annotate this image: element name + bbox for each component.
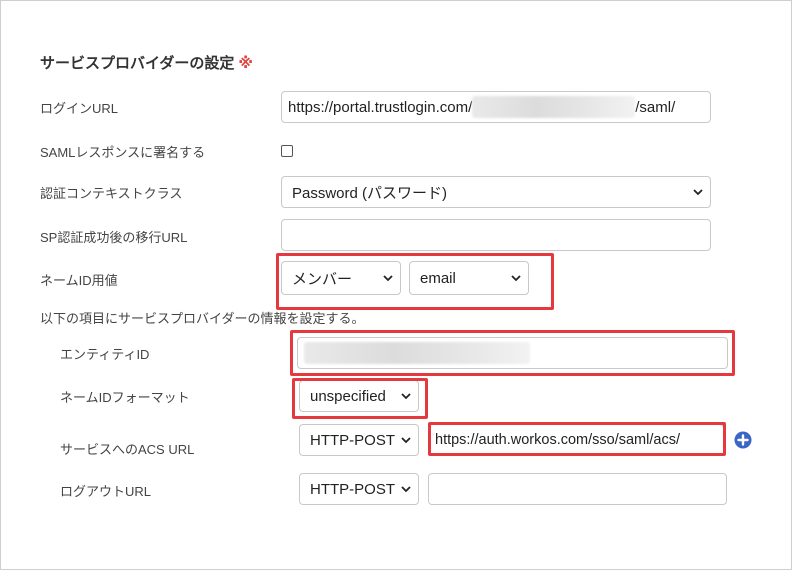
chevron-down-icon <box>382 272 394 284</box>
required-mark: ※ <box>238 55 253 72</box>
section-title-text: サービスプロバイダーの設定 <box>40 55 235 72</box>
name-id-source-value: メンバー <box>292 270 353 288</box>
name-id-value-label: ネームID用値 <box>40 273 118 288</box>
auth-context-value: Password (パスワード) <box>292 184 448 202</box>
acs-binding-value: HTTP-POST <box>310 431 395 449</box>
sp-info-intro: 以下の項目にサービスプロバイダーの情報を設定する。 <box>40 311 365 326</box>
acs-url-value: https://auth.workos.com/sso/saml/acs/ <box>435 432 680 448</box>
logout-url-input[interactable] <box>428 473 727 505</box>
redacted-block <box>472 96 636 118</box>
sp-redirect-url-label: SP認証成功後の移行URL <box>40 230 188 245</box>
name-id-format-label: ネームIDフォーマット <box>60 390 190 405</box>
entity-id-label: エンティティID <box>60 347 150 362</box>
chevron-down-icon <box>510 272 522 284</box>
chevron-down-icon <box>400 483 412 495</box>
auth-context-label: 認証コンテキストクラス <box>40 186 183 201</box>
logout-binding-value: HTTP-POST <box>310 480 395 498</box>
acs-url-label: サービスへのACS URL <box>60 442 195 457</box>
name-id-attribute-value: email <box>420 269 456 287</box>
redacted-block <box>304 342 530 364</box>
saml-sign-checkbox[interactable] <box>281 145 293 157</box>
entity-id-input[interactable] <box>297 337 728 369</box>
acs-url-input[interactable]: https://auth.workos.com/sso/saml/acs/ <box>428 424 724 456</box>
login-url-label: ログインURL <box>40 101 119 116</box>
name-id-attribute-select[interactable]: email <box>409 261 529 295</box>
sp-redirect-url-input[interactable] <box>281 219 711 251</box>
add-circle-icon[interactable] <box>734 431 752 449</box>
name-id-source-select[interactable]: メンバー <box>281 261 401 295</box>
logout-url-label: ログアウトURL <box>60 484 152 499</box>
name-id-format-value: unspecified <box>310 387 386 405</box>
auth-context-select[interactable]: Password (パスワード) <box>281 176 711 208</box>
login-url-input[interactable]: https://portal.trustlogin.com/ /saml/ <box>281 91 711 123</box>
chevron-down-icon <box>692 186 704 198</box>
section-title: サービスプロバイダーの設定 ※ <box>40 52 253 73</box>
name-id-format-select[interactable]: unspecified <box>299 380 419 412</box>
logout-binding-select[interactable]: HTTP-POST <box>299 473 419 505</box>
acs-binding-select[interactable]: HTTP-POST <box>299 424 419 456</box>
chevron-down-icon <box>400 390 412 402</box>
chevron-down-icon <box>400 434 412 446</box>
saml-sign-label: SAMLレスポンスに署名する <box>40 145 206 160</box>
login-url-prefix: https://portal.trustlogin.com/ <box>288 98 473 116</box>
login-url-suffix: /saml/ <box>635 98 676 116</box>
